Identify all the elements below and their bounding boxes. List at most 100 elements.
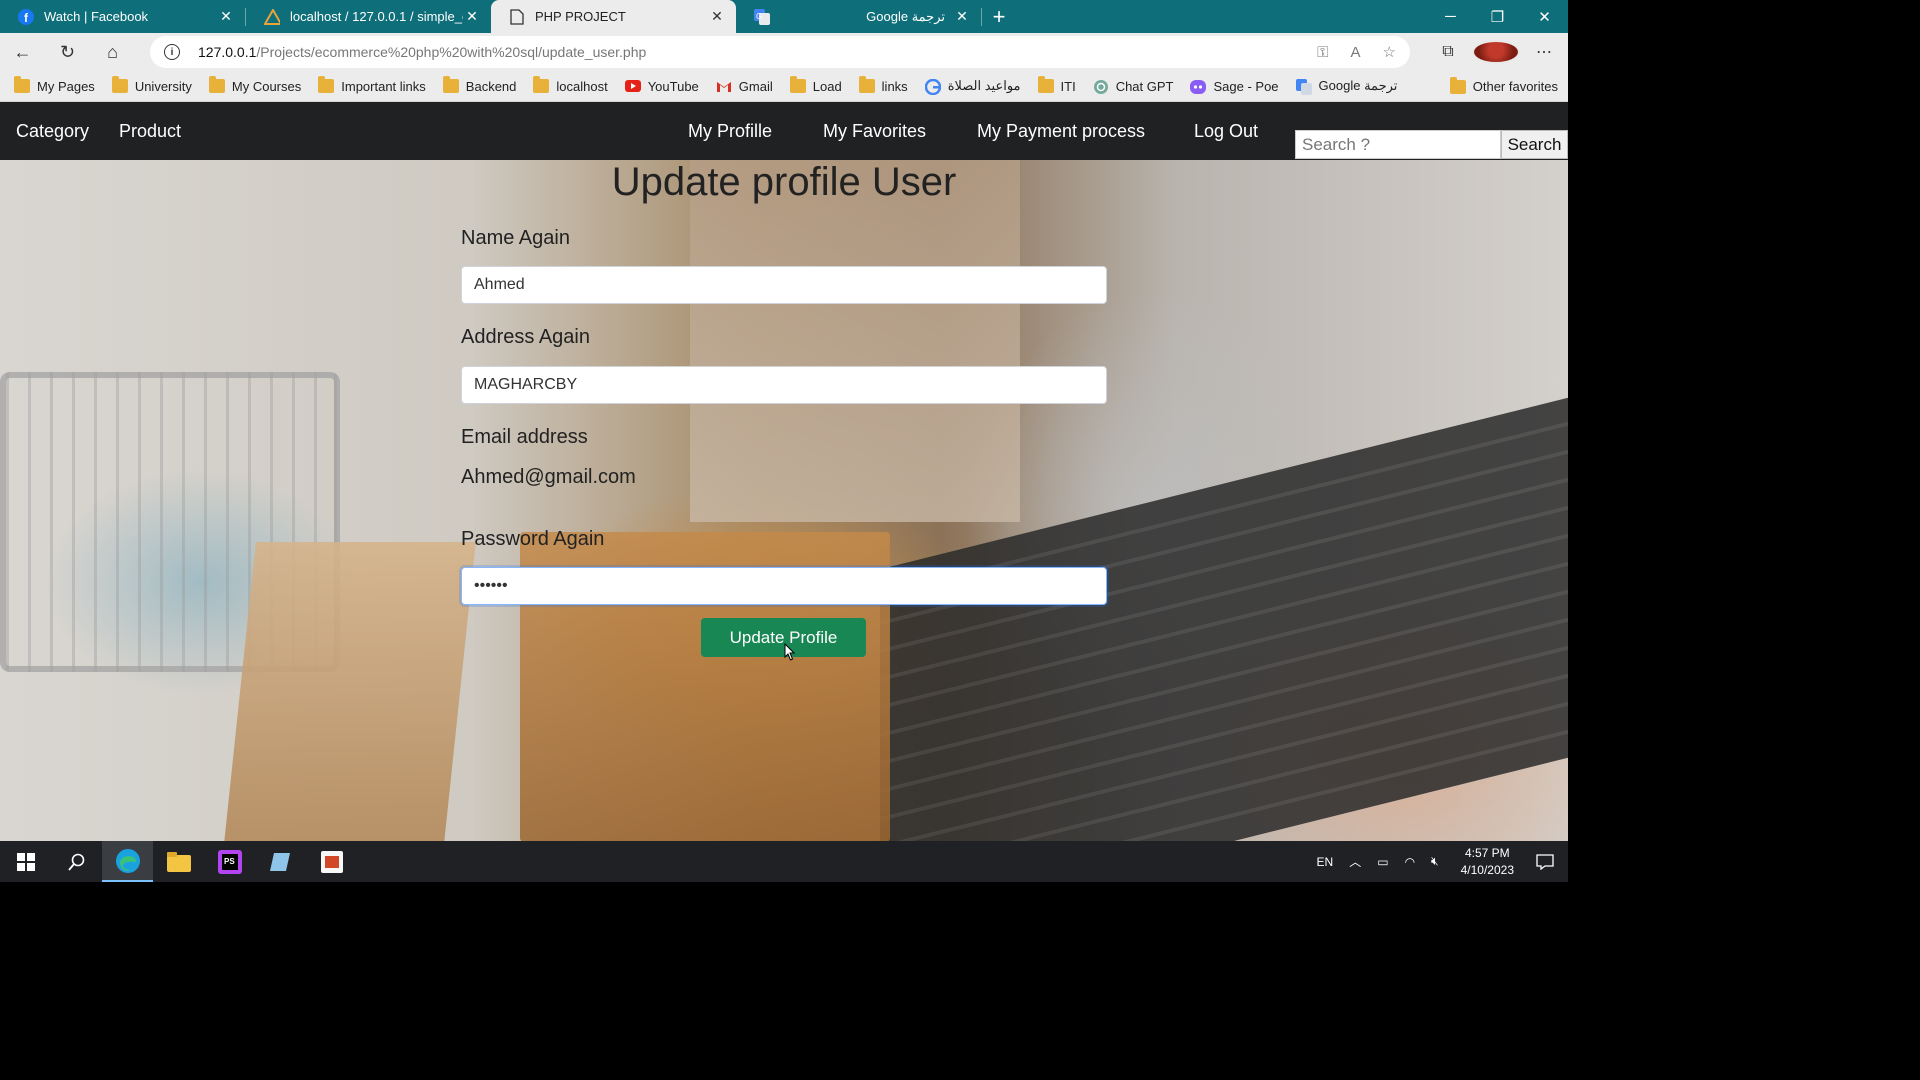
nav-category[interactable]: Category bbox=[16, 102, 89, 160]
close-icon[interactable]: ✕ bbox=[708, 8, 726, 25]
search-button-taskbar[interactable] bbox=[51, 841, 102, 882]
bookmark-localhost[interactable]: localhost bbox=[533, 76, 608, 94]
new-tab-button[interactable]: + bbox=[982, 0, 1016, 33]
other-favorites-label: Other favorites bbox=[1472, 79, 1558, 94]
info-icon[interactable]: i bbox=[164, 44, 180, 60]
app-icon bbox=[269, 852, 290, 871]
address-field[interactable]: MAGHARCBY bbox=[461, 366, 1107, 404]
window-controls: ─ ❐ ✕ bbox=[1427, 0, 1568, 33]
name-field[interactable]: Ahmed bbox=[461, 266, 1107, 304]
bookmark-label: University bbox=[134, 78, 192, 94]
nav-my-payment[interactable]: My Payment process bbox=[977, 102, 1145, 160]
other-favorites[interactable]: Other favorites bbox=[1449, 71, 1558, 102]
email-label: Email address bbox=[461, 426, 588, 448]
bookmark-label: مواعيد الصلاة bbox=[947, 78, 1021, 93]
bookmark-my-pages[interactable]: My Pages bbox=[14, 76, 95, 94]
tab-google-translate[interactable]: G Google ترجمة ✕ bbox=[736, 0, 981, 33]
search-input[interactable]: Search ? bbox=[1295, 130, 1501, 159]
bookmark-university[interactable]: University bbox=[111, 76, 192, 94]
google-translate-icon: G bbox=[754, 8, 770, 25]
address-bar[interactable]: i 127.0.0.1/Projects/ecommerce%20php%20w… bbox=[150, 36, 1410, 68]
password-field[interactable]: •••••• bbox=[461, 567, 1107, 605]
phpstorm-icon: PS bbox=[217, 849, 242, 874]
bookmark-iti[interactable]: ITI bbox=[1037, 76, 1076, 94]
name-label: Name Again bbox=[461, 227, 570, 249]
search-button[interactable]: Search bbox=[1501, 130, 1568, 159]
bookmark-label: Google ترجمة bbox=[1318, 78, 1398, 93]
notifications-icon[interactable] bbox=[1536, 853, 1554, 870]
bookmark-label: Chat GPT bbox=[1115, 78, 1174, 94]
read-aloud-icon[interactable]: A bbox=[1351, 44, 1361, 61]
svg-text:G: G bbox=[756, 12, 762, 21]
tab-phpmyadmin[interactable]: localhost / 127.0.0.1 / simple_ecommerce… bbox=[246, 0, 491, 33]
tab-php-project[interactable]: PHP PROJECT ✕ bbox=[491, 0, 736, 33]
close-window-icon[interactable]: ✕ bbox=[1521, 0, 1568, 33]
taskbar-phpstorm[interactable]: PS bbox=[204, 841, 255, 882]
close-icon[interactable]: ✕ bbox=[217, 8, 235, 25]
refresh-icon[interactable]: ↻ bbox=[45, 33, 90, 71]
bookmark-prayer-times[interactable]: مواعيد الصلاة bbox=[924, 78, 1021, 96]
bookmark-youtube[interactable]: YouTube bbox=[624, 79, 699, 94]
nav-log-out[interactable]: Log Out bbox=[1194, 102, 1258, 160]
browser-tab-strip: f Watch | Facebook ✕ localhost / 127.0.0… bbox=[0, 0, 1568, 33]
url-path: /Projects/ecommerce%20php%20with%20sql/u… bbox=[256, 44, 647, 60]
taskbar-edge[interactable] bbox=[102, 841, 153, 882]
web-page: Category Product My Profille My Favorite… bbox=[0, 102, 1568, 841]
start-button[interactable] bbox=[0, 841, 51, 882]
bookmark-load[interactable]: Load bbox=[789, 76, 842, 94]
background-paper-bag-small bbox=[224, 542, 476, 841]
tab-title: Google ترجمة bbox=[866, 8, 945, 24]
windows-icon bbox=[16, 852, 35, 871]
edge-icon bbox=[115, 848, 140, 873]
bookmark-label: Backend bbox=[465, 78, 517, 94]
extensions-icon[interactable]: ⧉ bbox=[1424, 43, 1472, 61]
taskbar-file-explorer[interactable] bbox=[153, 841, 204, 882]
bookmark-links[interactable]: links bbox=[858, 76, 908, 94]
chevron-up-icon[interactable]: ︿ bbox=[1349, 853, 1361, 870]
minimize-icon[interactable]: ─ bbox=[1427, 0, 1474, 33]
tab-title: Watch | Facebook bbox=[44, 9, 149, 24]
folder-icon bbox=[318, 76, 335, 93]
key-icon[interactable]: ⚿ bbox=[1317, 44, 1328, 61]
more-options-icon[interactable]: ⋯ bbox=[1520, 42, 1568, 62]
search-icon bbox=[67, 853, 84, 871]
address-bar-tools: ⚿ A ☆ bbox=[1317, 36, 1396, 68]
back-icon[interactable]: ← bbox=[0, 33, 45, 71]
tab-facebook[interactable]: f Watch | Facebook ✕ bbox=[0, 0, 245, 33]
close-icon[interactable]: ✕ bbox=[463, 8, 481, 25]
restore-icon[interactable]: ❐ bbox=[1474, 0, 1521, 33]
youtube-icon bbox=[624, 79, 641, 93]
home-icon[interactable]: ⌂ bbox=[90, 33, 135, 71]
page-icon bbox=[509, 8, 525, 25]
bookmark-backend[interactable]: Backend bbox=[442, 76, 517, 94]
profile-avatar[interactable] bbox=[1472, 40, 1520, 64]
clock[interactable]: 4:57 PM 4/10/2023 bbox=[1461, 845, 1514, 879]
bookmark-google-translate[interactable]: Google ترجمة bbox=[1295, 78, 1398, 95]
bookmark-sage-poe[interactable]: Sage - Poe bbox=[1190, 79, 1279, 94]
phpmyadmin-icon bbox=[264, 8, 280, 25]
nav-my-profile[interactable]: My Profille bbox=[688, 102, 772, 160]
close-icon[interactable]: ✕ bbox=[953, 8, 971, 25]
language-indicator[interactable]: EN bbox=[1317, 855, 1334, 869]
folder-icon bbox=[533, 76, 550, 93]
tab-title: PHP PROJECT bbox=[535, 9, 626, 24]
nav-product[interactable]: Product bbox=[119, 102, 181, 160]
folder-icon bbox=[442, 76, 459, 93]
bookmark-my-courses[interactable]: My Courses bbox=[208, 76, 301, 94]
bookmark-label: Gmail bbox=[738, 78, 773, 94]
battery-icon[interactable]: ▭ bbox=[1377, 855, 1388, 869]
address-label: Address Again bbox=[461, 326, 590, 348]
bookmark-label: localhost bbox=[556, 78, 608, 94]
volume-muted-icon[interactable]: 🔇︎ bbox=[1431, 854, 1439, 869]
taskbar-app[interactable] bbox=[255, 841, 306, 882]
bookmark-gmail[interactable]: Gmail bbox=[716, 79, 773, 94]
site-navbar: Category Product My Profille My Favorite… bbox=[0, 102, 1568, 160]
add-favorite-icon[interactable]: ☆ bbox=[1383, 43, 1396, 61]
nav-my-favorites[interactable]: My Favorites bbox=[823, 102, 926, 160]
bookmark-important-links[interactable]: Important links bbox=[318, 76, 426, 94]
bookmark-chat-gpt[interactable]: Chat GPT bbox=[1093, 78, 1174, 94]
page-title: Update profile User bbox=[611, 160, 957, 204]
wifi-icon[interactable]: ◠ bbox=[1405, 855, 1415, 869]
password-label: Password Again bbox=[461, 528, 605, 550]
taskbar-powerpoint[interactable] bbox=[306, 841, 357, 882]
